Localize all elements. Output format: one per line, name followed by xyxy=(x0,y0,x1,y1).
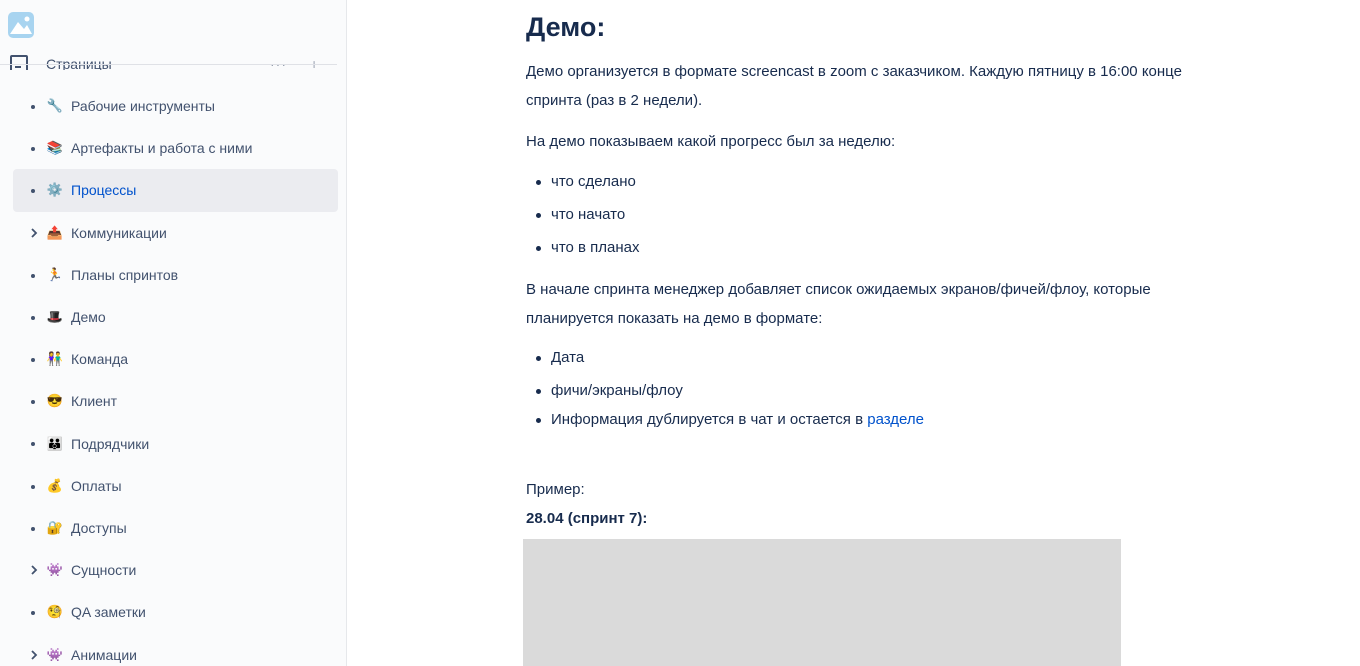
page-emoji-icon: 🏃 xyxy=(46,266,64,282)
space-logo-icon[interactable] xyxy=(8,12,34,38)
bullet-icon xyxy=(13,437,45,451)
page-emoji-icon: 📚 xyxy=(46,140,64,156)
sidebar-divider xyxy=(0,64,337,65)
sprint-paragraph: В начале спринта менеджер добавляет спис… xyxy=(526,275,1286,333)
page-emoji-icon: 💰 xyxy=(46,477,64,493)
sidebar-item-label: Доступы xyxy=(71,519,127,536)
sidebar-item[interactable]: ⚙️ Процессы xyxy=(13,169,338,212)
sidebar-item-label: Оплаты xyxy=(71,477,122,494)
sidebar-item-label: Подрядчики xyxy=(71,435,150,452)
sidebar-item-label: Демо xyxy=(71,309,106,326)
sidebar-item[interactable]: 🔐 Доступы xyxy=(13,507,338,549)
bullet-icon xyxy=(13,99,45,113)
info-text: Информация дублируется в чат и остается … xyxy=(551,411,868,428)
add-page-icon[interactable]: + xyxy=(310,56,318,70)
page-title: Демо: xyxy=(526,12,606,42)
sidebar-item-label: Планы спринтов xyxy=(71,266,179,283)
sidebar-item[interactable]: 👾 Анимации xyxy=(13,633,338,666)
sidebar-item[interactable]: 🎩 Демо xyxy=(13,296,338,338)
sidebar-item-label: Процессы xyxy=(71,182,137,199)
pages-icon xyxy=(10,55,28,70)
bullet-icon xyxy=(13,310,45,324)
bullet-icon xyxy=(13,352,45,366)
page-emoji-icon: 😎 xyxy=(46,393,64,409)
bullet-icon xyxy=(13,141,45,155)
section-link[interactable]: разделе xyxy=(867,411,924,428)
sidebar-item-label: Анимации xyxy=(71,646,137,663)
sidebar-item[interactable]: 💰 Оплаты xyxy=(13,465,338,507)
list-item: что начато xyxy=(535,206,626,223)
sidebar-item[interactable]: 😎 Клиент xyxy=(13,380,338,422)
list-item: что сделано xyxy=(536,173,636,190)
more-options-icon[interactable]: ··· xyxy=(270,56,287,70)
progress-paragraph: На демо показываем какой прогресс был за… xyxy=(526,133,896,150)
sidebar-item-label: Клиент xyxy=(71,393,118,410)
pages-section-header[interactable]: Страницы ··· + xyxy=(8,52,328,70)
sidebar-item-label: Артефакты и работа с ними xyxy=(71,140,253,157)
bullet-icon xyxy=(13,268,45,282)
chevron-right-icon[interactable] xyxy=(13,228,45,238)
sidebar-item[interactable]: 🔧 Рабочие инструменты xyxy=(13,85,338,127)
sidebar-item-label: QA заметки xyxy=(71,604,146,621)
page-emoji-icon: 🎩 xyxy=(46,309,64,325)
bullet-icon xyxy=(13,394,45,408)
intro-line-1: Демо организуется в формате screencast в… xyxy=(526,63,1182,80)
bullet-icon xyxy=(13,521,45,535)
page-emoji-icon: 👫 xyxy=(46,351,64,367)
sidebar-item[interactable]: 📤 Коммуникации xyxy=(13,212,338,254)
page-emoji-icon: 🔐 xyxy=(46,519,64,535)
bullet-icon xyxy=(13,605,45,619)
page-emoji-icon: 📤 xyxy=(46,224,64,240)
bullet-icon xyxy=(13,479,45,493)
page-emoji-icon: 👪 xyxy=(46,435,64,451)
intro-paragraph: Демо организуется в формате screencast в… xyxy=(526,57,1286,115)
page-emoji-icon: 🔧 xyxy=(46,98,64,114)
list-item: что в планах xyxy=(536,239,640,256)
sidebar-item[interactable]: 🏃 Планы спринтов xyxy=(13,254,338,296)
pages-header-label: Страницы xyxy=(46,56,112,70)
sidebar-item[interactable]: 👫 Команда xyxy=(13,338,338,380)
list-item: Дата xyxy=(535,349,585,366)
example-image-placeholder xyxy=(523,539,1121,666)
bullet-icon xyxy=(13,183,45,197)
page-emoji-icon: 👾 xyxy=(46,562,64,578)
sidebar-item-label: Коммуникации xyxy=(71,224,167,241)
sidebar-item[interactable]: 📚 Артефакты и работа с ними xyxy=(13,127,338,169)
page-tree: 🔧 Рабочие инструменты 📚 Артефакты и работа … xyxy=(0,85,346,666)
chevron-right-icon[interactable] xyxy=(13,565,45,575)
sidebar-item[interactable]: 👾 Сущности xyxy=(13,549,338,591)
sidebar-item[interactable]: 👪 Подрядчики xyxy=(13,423,338,465)
sidebar: Страницы ··· + 🔧 Рабочие инструменты 📚 Арте… xyxy=(0,0,347,666)
page-emoji-icon: 👾 xyxy=(46,646,64,662)
chevron-right-icon[interactable] xyxy=(13,649,45,660)
intro-line-2: спринта (раз в 2 недели). xyxy=(526,92,703,109)
sidebar-item-label: Команда xyxy=(71,351,129,368)
sidebar-item-label: Рабочие инструменты xyxy=(71,98,215,115)
example-date: 28.04 (спринт 7): xyxy=(526,510,648,527)
sidebar-item-label: Сущности xyxy=(71,562,137,579)
info-line: Информация дублируется в чат и остается … xyxy=(536,411,924,428)
sidebar-item[interactable]: 🧐 QA заметки xyxy=(13,591,338,633)
list-item: фичи/экраны/флоу xyxy=(536,382,683,399)
page-emoji-icon: ⚙️ xyxy=(46,182,64,198)
sprint-line-1: В начале спринта менеджер добавляет спис… xyxy=(526,281,1151,298)
page-emoji-icon: 🧐 xyxy=(46,604,64,620)
example-label: Пример: xyxy=(526,481,585,498)
sprint-line-2: планируется показать на демо в формате: xyxy=(526,310,823,327)
